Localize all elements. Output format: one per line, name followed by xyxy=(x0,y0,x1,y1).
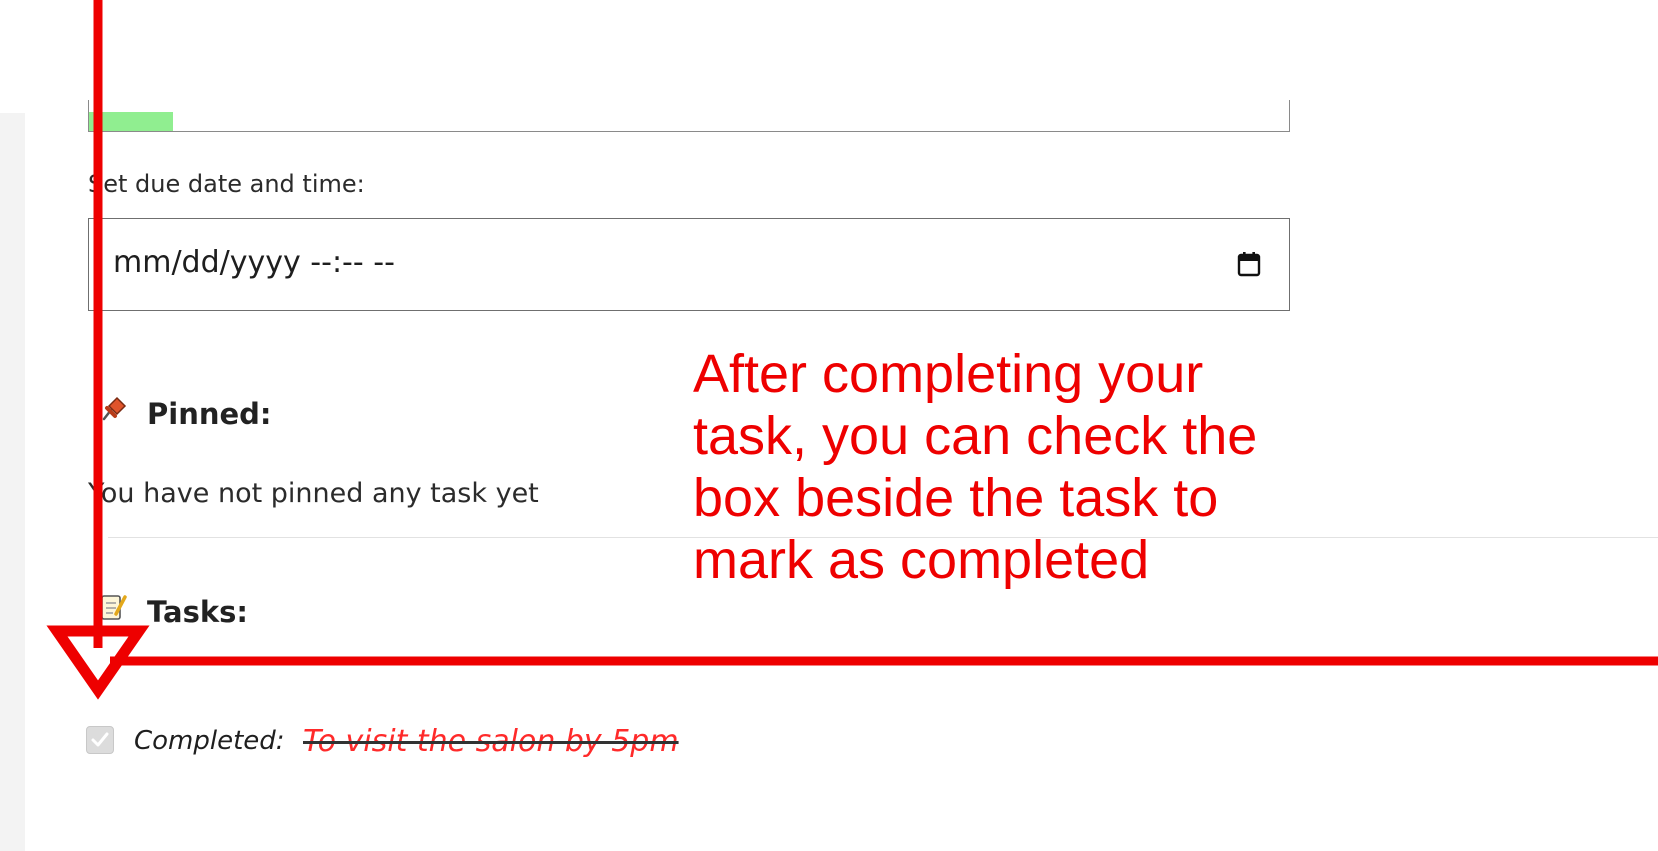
annotation-text: After completing your task, you can chec… xyxy=(693,344,1258,590)
